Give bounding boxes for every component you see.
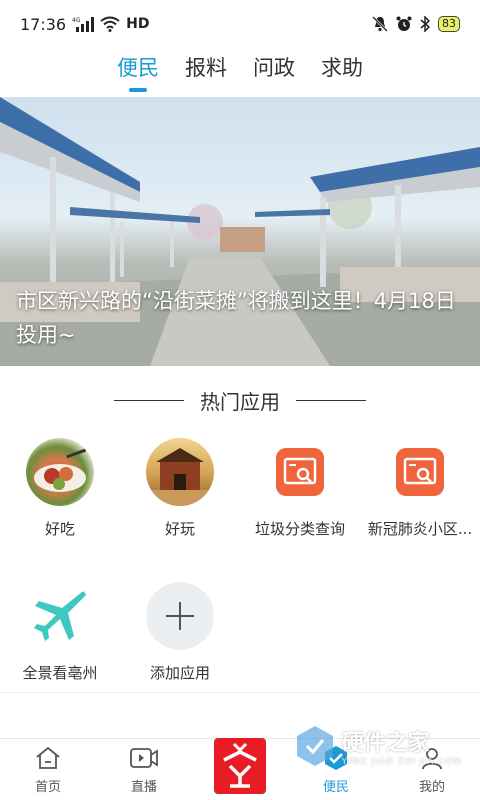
- divider-line-right: [296, 400, 366, 401]
- nav-label: 直播: [130, 780, 157, 795]
- app-label: 添加应用: [149, 664, 210, 682]
- nav-label: 首页: [34, 780, 61, 795]
- news-banner[interactable]: 市区新兴路的“沿街菜摊”将搬到这里！4月18日投用~: [0, 97, 480, 366]
- search-card-icon: [386, 438, 454, 506]
- watermark-text: 硬件之家: [341, 731, 430, 756]
- nav-home[interactable]: 首页: [0, 739, 96, 800]
- app-label: 好玩: [164, 520, 195, 538]
- home-icon: [35, 743, 61, 773]
- temple-photo-icon: [146, 438, 214, 506]
- clock: 17:36: [20, 14, 67, 34]
- video-icon: [130, 743, 158, 773]
- app-label: 好吃: [44, 520, 75, 538]
- app-label: 新冠肺炎小区...: [367, 520, 473, 538]
- status-bar: 17:36 4G HD 83: [0, 0, 480, 48]
- alarm-icon: [396, 16, 412, 32]
- app-panorama-bozhou[interactable]: 全景看亳州: [0, 582, 120, 683]
- app-label: 垃圾分类查询: [254, 520, 345, 538]
- airplane-icon: [26, 582, 94, 650]
- cell-signal-icon: 4G: [72, 16, 95, 32]
- tab-baoliao[interactable]: 报料: [183, 52, 229, 92]
- battery-icon: 83: [438, 16, 460, 32]
- food-photo-icon: [26, 438, 94, 506]
- app-logo-icon: [214, 738, 266, 794]
- watermark-logo-icon: [297, 726, 334, 766]
- nav-label: 我的: [418, 780, 445, 795]
- tab-qiuzhu[interactable]: 求助: [319, 52, 365, 92]
- section-header: 热门应用: [0, 386, 480, 415]
- nav-label: 便民: [322, 780, 349, 795]
- watermark: 硬件之家 YING JIAN ZHI JIA.COM: [295, 724, 462, 768]
- svg-text:4G: 4G: [72, 17, 81, 24]
- search-card-icon: [266, 438, 334, 506]
- nav-center[interactable]: [192, 738, 288, 800]
- app-haowan[interactable]: 好玩: [120, 438, 240, 539]
- section-title: 热门应用: [200, 390, 280, 414]
- watermark-subtext: YING JIAN ZHI JIA.COM: [341, 757, 462, 767]
- tab-bianmin[interactable]: 便民: [115, 52, 161, 92]
- divider: [0, 692, 480, 693]
- divider-line-left: [114, 400, 184, 401]
- banner-caption: 市区新兴路的“沿街菜摊”将搬到这里！4月18日投用~: [16, 289, 456, 347]
- top-tab-bar: 便民 报料 问政 求助: [0, 52, 480, 98]
- tab-wenzheng[interactable]: 问政: [251, 52, 297, 92]
- hd-indicator: HD: [126, 16, 150, 32]
- app-add[interactable]: 添加应用: [120, 582, 240, 683]
- plus-icon: [146, 582, 214, 650]
- app-garbage-sort[interactable]: 垃圾分类查询: [240, 438, 360, 539]
- mute-bell-icon: [372, 16, 388, 32]
- app-label: 全景看亳州: [22, 664, 98, 682]
- wifi-icon: [100, 16, 120, 32]
- nav-live[interactable]: 直播: [96, 739, 192, 800]
- app-haochi[interactable]: 好吃: [0, 438, 120, 539]
- app-covid-community[interactable]: 新冠肺炎小区...: [360, 438, 480, 539]
- bluetooth-icon: [420, 16, 430, 32]
